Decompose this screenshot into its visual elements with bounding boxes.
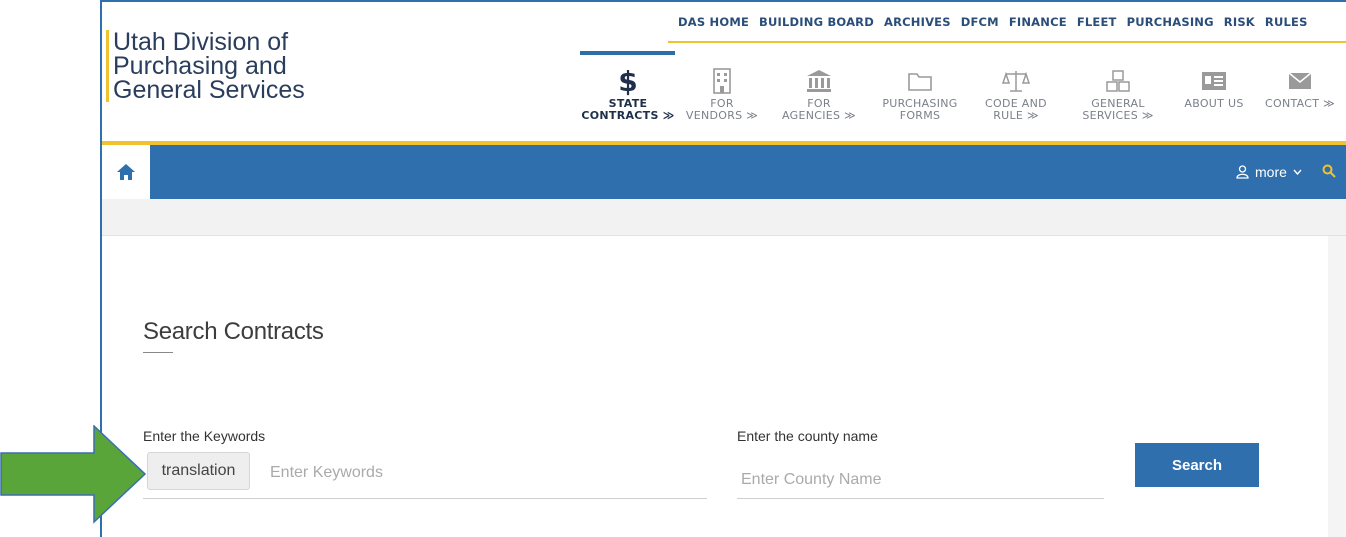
utility-underline [668, 41, 1346, 43]
util-link-purchasing[interactable]: PURCHASING [1127, 15, 1214, 29]
util-link-risk[interactable]: RISK [1224, 15, 1255, 29]
county-label: Enter the county name [737, 428, 878, 444]
county-underline [737, 498, 1104, 499]
nav-label: CONTRACTS ≫ [581, 109, 675, 122]
nav-item-contact[interactable]: CONTACT ≫ [1252, 64, 1346, 110]
search-toggle[interactable] [1322, 164, 1336, 183]
keyword-input[interactable] [268, 455, 702, 491]
util-link-building-board[interactable]: BUILDING BOARD [759, 15, 874, 29]
nav-label: RULE ≫ [993, 109, 1039, 122]
util-link-fleet[interactable]: FLEET [1077, 15, 1117, 29]
logo-line-1: Utah Division of [113, 28, 289, 56]
county-input[interactable] [739, 462, 1103, 498]
home-button[interactable] [102, 145, 150, 199]
nav-label: FORMS [899, 109, 941, 122]
id-card-icon [1202, 72, 1226, 90]
nav-label: SERVICES ≫ [1082, 109, 1154, 122]
utility-nav: DAS HOME BUILDING BOARD ARCHIVES DFCM FI… [678, 15, 1308, 29]
search-button[interactable]: Search [1135, 443, 1259, 487]
keyword-label: Enter the Keywords [143, 428, 266, 444]
dollar-icon: $ [618, 64, 638, 98]
more-label: more [1255, 164, 1287, 180]
breadcrumb-strip [102, 199, 1346, 236]
nav-item-for-vendors[interactable]: FOR VENDORS ≫ [674, 64, 770, 122]
nav-item-purchasing-forms[interactable]: PURCHASING FORMS [872, 64, 968, 122]
util-link-dfcm[interactable]: DFCM [961, 15, 999, 29]
search-icon [1322, 164, 1336, 178]
more-menu[interactable]: more [1236, 164, 1302, 180]
util-link-rules[interactable]: RULES [1265, 15, 1308, 29]
scales-icon [1002, 71, 1030, 92]
nav-label: VENDORS ≫ [685, 109, 759, 122]
folder-icon [908, 73, 932, 91]
chevron-down-icon [1293, 169, 1302, 175]
sidebar-shadow [1328, 236, 1346, 537]
util-link-finance[interactable]: FINANCE [1009, 15, 1067, 29]
nav-item-state-contracts[interactable]: $ STATE CONTRACTS ≫ [580, 64, 676, 122]
nav-item-about-us[interactable]: ABOUT US [1166, 64, 1262, 110]
logo-line-2: Purchasing and [113, 52, 287, 80]
cubes-icon [1106, 70, 1130, 92]
bank-icon [807, 70, 831, 92]
page-title: Search Contracts [143, 318, 324, 345]
util-link-archives[interactable]: ARCHIVES [884, 15, 951, 29]
action-bar [102, 145, 1346, 199]
user-icon [1236, 165, 1249, 179]
keyword-underline [143, 498, 707, 499]
logo-line-3: General Services [113, 76, 305, 104]
home-icon [117, 164, 135, 180]
nav-active-indicator [580, 51, 675, 55]
keyword-tag-chip[interactable]: translation [147, 452, 250, 490]
site-logo[interactable]: Utah Division of Purchasing and General … [106, 28, 305, 104]
util-link-das-home[interactable]: DAS HOME [678, 15, 749, 29]
nav-label: CONTACT ≫ [1265, 97, 1335, 110]
nav-item-code-and-rule[interactable]: CODE AND RULE ≫ [968, 64, 1064, 122]
nav-item-general-services[interactable]: GENERAL SERVICES ≫ [1070, 64, 1166, 122]
nav-item-for-agencies[interactable]: FOR AGENCIES ≫ [771, 64, 867, 122]
frame-border-top [100, 0, 1346, 2]
green-arrow-annotation [0, 425, 146, 524]
building-icon [713, 68, 731, 94]
nav-label: AGENCIES ≫ [782, 109, 856, 122]
envelope-icon [1288, 72, 1312, 89]
title-underline [143, 352, 173, 353]
nav-label: ABOUT US [1184, 97, 1244, 110]
